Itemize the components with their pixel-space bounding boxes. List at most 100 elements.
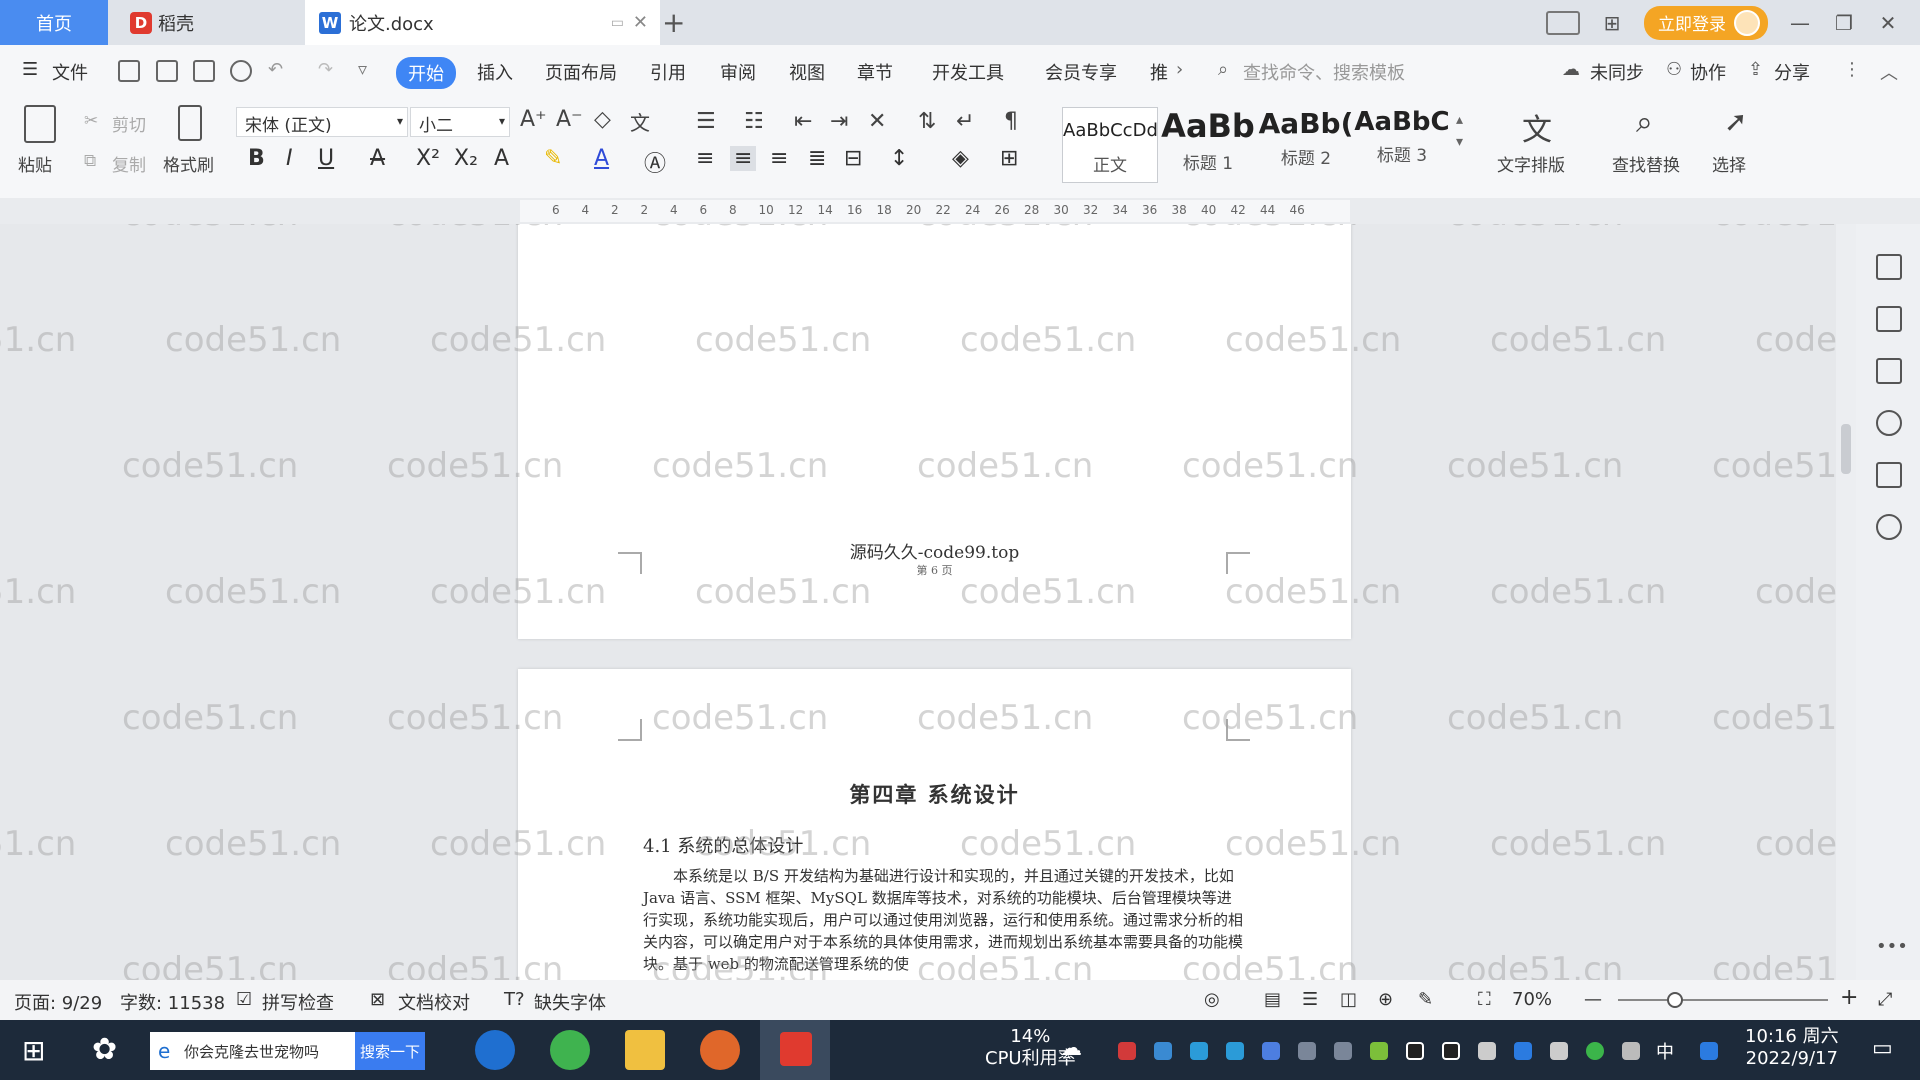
compass-icon[interactable] xyxy=(1876,514,1902,540)
tab-daoke[interactable]: D 稻壳 xyxy=(112,0,302,45)
show-marks-icon[interactable]: ¶ xyxy=(1004,109,1018,134)
style-heading1[interactable]: AaBb 标题 1 xyxy=(1160,107,1256,183)
fit-page-icon[interactable]: ⛶ xyxy=(1478,989,1491,1010)
sliders-icon[interactable] xyxy=(1876,358,1902,384)
read-view-icon[interactable]: ◫ xyxy=(1340,989,1357,1010)
underline-icon[interactable]: U xyxy=(318,146,334,171)
taskbar-clock[interactable]: 10:16 周六 2022/9/17 xyxy=(1745,1026,1839,1070)
apps-grid-icon[interactable]: ⊞ xyxy=(1600,11,1624,35)
decrease-indent-icon[interactable]: ⇤ xyxy=(794,109,812,134)
notification-icon[interactable]: ▭ xyxy=(1872,1036,1893,1061)
word-count[interactable]: 字数: 11538 xyxy=(120,989,225,1015)
subscript-icon[interactable]: X₂ xyxy=(454,146,478,171)
close-tab-icon[interactable]: ✕ xyxy=(633,12,648,33)
zoom-slider[interactable] xyxy=(1618,992,1828,1008)
share-button[interactable]: 分享 xyxy=(1774,59,1810,85)
bluetooth-icon[interactable] xyxy=(1514,1042,1532,1060)
hamburger-icon[interactable]: ☰ xyxy=(22,59,38,80)
zoom-in-icon[interactable]: + xyxy=(1840,985,1858,1010)
borders-icon[interactable]: ⊞ xyxy=(1000,146,1018,171)
write-mode-icon[interactable]: ✎ xyxy=(1418,989,1433,1010)
file-explorer-icon[interactable] xyxy=(625,1030,665,1070)
minimize-icon[interactable]: — xyxy=(1788,11,1812,35)
outline-view-icon[interactable]: ☰ xyxy=(1302,989,1318,1010)
text-layout-button[interactable]: 文字排版 xyxy=(1497,151,1565,176)
nvidia-icon[interactable] xyxy=(1370,1042,1388,1060)
shrink-font-icon[interactable]: A⁻ xyxy=(556,107,583,132)
fullscreen-icon[interactable]: ⤢ xyxy=(1878,989,1892,1010)
eye-protect-icon[interactable]: ◎ xyxy=(1204,989,1220,1010)
menu-page-layout[interactable]: 页面布局 xyxy=(545,59,617,85)
zoom-select[interactable]: 70% xyxy=(1512,989,1552,1010)
menu-insert[interactable]: 插入 xyxy=(477,59,513,85)
redo-icon[interactable]: ↷ xyxy=(318,59,333,80)
pin-window-icon[interactable]: ▭ xyxy=(611,15,624,31)
new-tab-button[interactable]: + xyxy=(662,6,685,39)
style-heading2[interactable]: AaBb( 标题 2 xyxy=(1258,107,1354,183)
zoom-slider-knob[interactable] xyxy=(1666,992,1683,1008)
menu-start[interactable]: 开始 xyxy=(396,57,456,89)
360-browser-icon[interactable] xyxy=(550,1030,590,1070)
customize-qa-icon[interactable]: ▿ xyxy=(358,59,367,80)
tab-document[interactable]: W 论文.docx ▭ ✕ xyxy=(305,0,660,45)
collab-button[interactable]: 协作 xyxy=(1690,59,1726,85)
menu-file[interactable]: 文件 xyxy=(52,59,88,85)
numbered-list-icon[interactable]: ☷ xyxy=(744,109,764,134)
menu-dev-tools[interactable]: 开发工具 xyxy=(932,59,1004,85)
ime-indicator[interactable]: 中 xyxy=(1656,1038,1674,1064)
tab-home[interactable]: 首页 xyxy=(0,0,108,45)
login-button[interactable]: 立即登录 xyxy=(1644,5,1768,40)
chinese-layout-icon[interactable]: ✕ xyxy=(868,109,886,134)
format-painter-icon[interactable] xyxy=(178,105,202,146)
layout-toggle-icon[interactable] xyxy=(1546,10,1580,35)
proofread-button[interactable]: 文档校对 xyxy=(398,989,470,1015)
tray-app-icon[interactable] xyxy=(1190,1042,1208,1060)
strikethrough-icon[interactable]: A xyxy=(370,146,385,171)
menu-recommend[interactable]: 推 xyxy=(1150,59,1168,85)
copy-button[interactable]: 复制 xyxy=(112,151,146,176)
tray-app-icon[interactable] xyxy=(1154,1042,1172,1060)
checkbox-icon[interactable]: ☑ xyxy=(236,989,252,1010)
missing-font-button[interactable]: 缺失字体 xyxy=(534,989,606,1015)
line-spacing-icon[interactable]: ↕ xyxy=(890,146,908,171)
more-tools-icon[interactable]: ••• xyxy=(1876,936,1908,957)
taskbar-search-input[interactable]: e 你会克隆去世宠物吗 xyxy=(150,1032,355,1070)
input-method-icon[interactable] xyxy=(1700,1042,1718,1060)
qq-icon[interactable] xyxy=(1406,1042,1424,1060)
taskview-icon[interactable]: ✿ xyxy=(92,1032,117,1067)
align-right-icon[interactable]: ≡ xyxy=(770,146,788,171)
page-view-icon[interactable]: ▤ xyxy=(1264,989,1281,1010)
paste-button[interactable]: 粘贴 xyxy=(18,151,52,176)
menu-member[interactable]: 会员专享 xyxy=(1045,59,1117,85)
menu-more-chevron-icon[interactable]: › xyxy=(1176,59,1183,80)
increase-indent-icon[interactable]: ⇥ xyxy=(830,109,848,134)
text-layout-icon[interactable]: 文 xyxy=(1522,105,1552,149)
line-break-icon[interactable]: ↵ xyxy=(956,109,974,134)
web-view-icon[interactable]: ⊕ xyxy=(1378,989,1393,1010)
sort-icon[interactable]: ⇅ xyxy=(918,109,936,134)
find-replace-icon[interactable]: ⌕ xyxy=(1636,105,1653,140)
tray-app-icon[interactable] xyxy=(1118,1042,1136,1060)
sync-status[interactable]: 未同步 xyxy=(1590,59,1644,85)
align-center-icon[interactable]: ≡ xyxy=(730,146,757,171)
clear-format-icon[interactable]: ◇ xyxy=(594,107,611,132)
text-effect-icon[interactable]: A xyxy=(494,146,509,171)
align-left-icon[interactable]: ≡ xyxy=(696,146,714,171)
windows-start-icon[interactable]: ⊞ xyxy=(22,1034,45,1067)
document-canvas[interactable]: 源码久久-code99.top 第 6 页 第四章 系统设计 4.1 系统的总体… xyxy=(0,224,1836,980)
menu-chapter[interactable]: 章节 xyxy=(857,59,893,85)
spell-check-button[interactable]: 拼写检查 xyxy=(262,989,334,1015)
restore-icon[interactable]: ❐ xyxy=(1832,11,1856,35)
shield-icon[interactable] xyxy=(1262,1042,1280,1060)
style-heading3[interactable]: AaBbC 标题 3 xyxy=(1354,107,1450,183)
vertical-scrollbar[interactable] xyxy=(1836,224,1856,980)
export-pdf-icon[interactable] xyxy=(156,60,178,82)
ie-browser-icon[interactable] xyxy=(475,1030,515,1070)
horizontal-ruler[interactable]: 6 4 2 2 4 6 8 10 12 14 16 18 20 22 24 26 28 30 32 34 36 38 40 4… xyxy=(0,198,1835,224)
cut-button[interactable]: 剪切 xyxy=(112,111,146,136)
undo-icon[interactable]: ↶ xyxy=(268,59,283,80)
font-size-select[interactable]: 小二 ▾ xyxy=(410,107,510,137)
page-indicator[interactable]: 页面: 9/29 xyxy=(14,989,102,1015)
scrollbar-thumb[interactable] xyxy=(1841,424,1851,474)
font-name-select[interactable]: 宋体 (正文) ▾ xyxy=(236,107,408,137)
